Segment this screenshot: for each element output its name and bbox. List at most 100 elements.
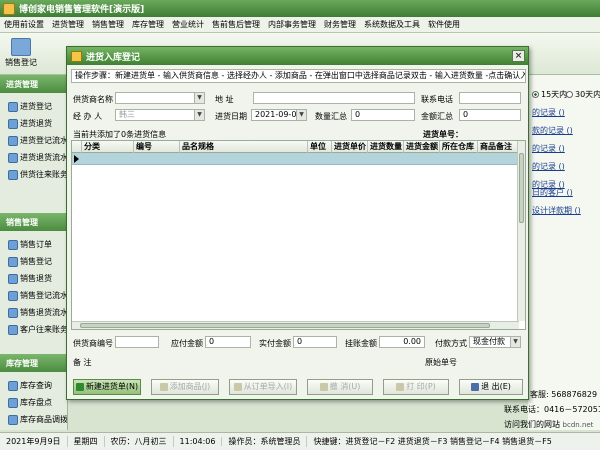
reminder-link-text: 的记录 (): [532, 108, 565, 117]
payment-select[interactable]: 现金付款 ▼: [469, 336, 521, 348]
register-icon: [8, 101, 18, 112]
reminder-link[interactable]: 设计详款期 (): [532, 205, 581, 216]
sidebar-item-label: 库存商品调拨: [20, 415, 68, 424]
menu-help[interactable]: 软件使用: [424, 19, 464, 30]
sidebar-section-inventory[interactable]: 库存管理: [0, 354, 67, 372]
range-30-days[interactable]: 30天内: [566, 89, 600, 100]
print-button[interactable]: 打 印(P): [383, 379, 449, 395]
payable-field: 0: [205, 336, 251, 348]
dialog-icon: [71, 50, 82, 62]
grid-header: 分类 编号 品名规格 单位 进货单价 进货数量 进货金额 所在仓库 商品备注: [72, 141, 519, 153]
toolbar-sales-register-button[interactable]: 销售登记: [4, 36, 38, 72]
reminder-link[interactable]: 的记录 (): [532, 143, 565, 154]
sidebar-item-purchase-return[interactable]: 进货退货: [0, 115, 67, 132]
sidebar-item-transfer[interactable]: 库存商品调拨: [0, 411, 67, 428]
phone-input[interactable]: [459, 92, 521, 104]
menu-inventory[interactable]: 库存管理: [128, 19, 168, 30]
exit-button[interactable]: 退 出(E): [459, 379, 523, 395]
sidebar-item-label: 销售登记流水: [20, 291, 68, 300]
status-time: 11:04:06: [174, 437, 223, 446]
menu-statistics[interactable]: 营业统计: [168, 19, 208, 30]
column-header[interactable]: 进货单价: [332, 141, 368, 153]
handler-select[interactable]: 韩三 ▼: [115, 109, 205, 121]
sidebar-item-sales-register-log[interactable]: 销售登记流水: [0, 287, 67, 304]
supplier-no-input[interactable]: [115, 336, 159, 348]
undo-icon: [319, 382, 328, 391]
column-header[interactable]: 商品备注: [478, 141, 519, 153]
sidebar-item-supplier-accounts[interactable]: 供货往来账务: [0, 166, 67, 183]
website-link[interactable]: 访问我们的网站 bcdn.net: [504, 419, 593, 430]
address-input[interactable]: [253, 92, 415, 104]
website-url: bcdn.net: [562, 421, 594, 429]
table-row[interactable]: [72, 153, 519, 165]
order-icon: [8, 239, 18, 250]
reminder-link[interactable]: 款的记录 (): [532, 125, 573, 136]
paid-input[interactable]: 0: [293, 336, 337, 348]
column-header[interactable]: 编号: [134, 141, 180, 153]
row-pointer-icon: [74, 155, 79, 163]
reminder-link[interactable]: 日的客户 (): [532, 187, 573, 198]
support-phone: 客服: 568876829: [530, 390, 598, 399]
sidebar-item-inventory-query[interactable]: 库存查询: [0, 377, 67, 394]
status-lunar: 农历：八月初三: [105, 436, 174, 447]
import-order-button[interactable]: 从订单导入(I): [229, 379, 297, 395]
undo-button[interactable]: 撤 消(U): [307, 379, 373, 395]
column-header[interactable]: 所在仓库: [440, 141, 478, 153]
menu-bar: 使用前设置 进货管理 销售管理 库存管理 营业统计 售前售后管理 内部事务管理 …: [0, 17, 600, 33]
sidebar-section-purchase[interactable]: 进货管理: [0, 75, 67, 93]
sidebar-item-purchase-register-log[interactable]: 进货登记流水: [0, 132, 67, 149]
reminder-link[interactable]: 的记录 (): [532, 161, 565, 172]
handler-label: 经 办 人: [73, 112, 103, 121]
sidebar-item-sales-order[interactable]: 销售订单: [0, 236, 67, 253]
chevron-down-icon: ▼: [194, 110, 204, 120]
menu-system-tools[interactable]: 系统数据及工具: [360, 19, 424, 30]
scroll-thumb[interactable]: [80, 323, 490, 328]
range-15-days[interactable]: 15天内: [532, 89, 567, 100]
sidebar-item-sales-return-log[interactable]: 销售退货流水: [0, 304, 67, 321]
product-grid[interactable]: 分类 编号 品名规格 单位 进货单价 进货数量 进货金额 所在仓库 商品备注: [71, 140, 526, 330]
sidebar-item-purchase-return-log[interactable]: 进货退货流水: [0, 149, 67, 166]
register-icon: [8, 256, 18, 267]
supplier-select[interactable]: ▼: [115, 92, 205, 104]
menu-sales[interactable]: 销售管理: [88, 19, 128, 30]
remark-input[interactable]: [115, 355, 417, 367]
sidebar-item-sales-register[interactable]: 销售登记: [0, 253, 67, 270]
new-order-button[interactable]: 新建进货单(N): [73, 379, 141, 395]
qty-total-field: 0: [351, 109, 415, 121]
sidebar-item-label: 进货登记流水: [20, 136, 68, 145]
sidebar-item-purchase-register[interactable]: 进货登记: [0, 98, 67, 115]
radio-15-label: 15天内: [541, 90, 568, 99]
date-picker[interactable]: 2021-09-09 ▼: [251, 109, 307, 121]
menu-setup[interactable]: 使用前设置: [0, 19, 48, 30]
add-product-button[interactable]: 添加商品(J): [151, 379, 219, 395]
sidebar-item-customer-accounts[interactable]: 客户往来账务: [0, 321, 67, 338]
original-no-input[interactable]: [461, 355, 521, 367]
import-icon: [233, 382, 242, 391]
column-header[interactable]: 品名规格: [180, 141, 308, 153]
radio-15-icon: [532, 91, 539, 98]
sidebar-section-sales[interactable]: 销售管理: [0, 213, 67, 231]
dialog-title-bar[interactable]: 进货入库登记 ×: [67, 47, 528, 65]
reminder-link[interactable]: 的记录 (): [532, 107, 565, 118]
close-button[interactable]: ×: [512, 50, 525, 62]
address-label: 地 址: [215, 95, 234, 104]
menu-finance[interactable]: 财务管理: [320, 19, 360, 30]
column-header[interactable]: 单位: [308, 141, 332, 153]
scroll-thumb[interactable]: [519, 153, 524, 223]
menu-purchase[interactable]: 进货管理: [48, 19, 88, 30]
sidebar-item-stocktake[interactable]: 库存盘点: [0, 394, 67, 411]
inventory-icon: [8, 380, 18, 391]
sidebar-item-sales-return[interactable]: 销售退货: [0, 270, 67, 287]
vertical-scrollbar[interactable]: [517, 141, 525, 321]
column-header[interactable]: 进货金额: [404, 141, 440, 153]
column-header[interactable]: 进货数量: [368, 141, 404, 153]
exit-label: 退 出(E): [481, 382, 511, 391]
import-order-label: 从订单导入(I): [243, 382, 293, 391]
column-header[interactable]: 分类: [82, 141, 134, 153]
payable-label: 应付金额: [171, 339, 203, 348]
search-icon: [8, 152, 18, 163]
horizontal-scrollbar[interactable]: [72, 321, 519, 329]
phone-label: 联系电话: [421, 95, 453, 104]
menu-internal[interactable]: 内部事务管理: [264, 19, 320, 30]
menu-service[interactable]: 售前售后管理: [208, 19, 264, 30]
